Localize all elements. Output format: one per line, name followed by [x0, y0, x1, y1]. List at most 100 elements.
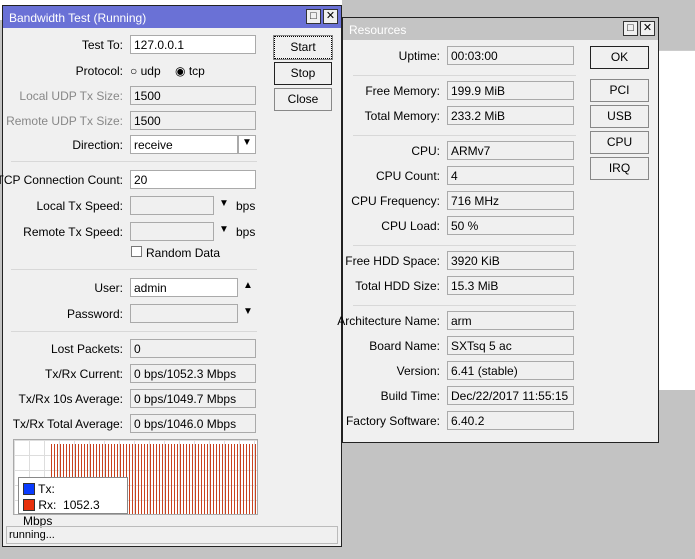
txrx-current-label: Tx/Rx Current:	[44, 367, 123, 381]
cpu-load-label: CPU Load:	[381, 219, 440, 233]
local-tx-speed-input[interactable]	[130, 196, 214, 215]
version-value: 6.41 (stable)	[447, 361, 574, 380]
cpu-frequency-value: 716 MHz	[447, 191, 574, 210]
rx-color-swatch	[23, 499, 35, 511]
architecture-name-value: arm	[447, 311, 574, 330]
tx-color-swatch	[23, 483, 35, 495]
cpu-frequency-label: CPU Frequency:	[351, 194, 440, 208]
build-time-value: Dec/22/2017 11:55:15	[447, 386, 574, 405]
user-input[interactable]: admin	[130, 278, 238, 297]
divider	[353, 245, 576, 246]
password-input[interactable]	[130, 304, 238, 323]
divider	[11, 161, 257, 162]
graph-legend: Tx: Rx: 1052.3 Mbps	[18, 477, 128, 528]
free-memory-value: 199.9 MiB	[447, 81, 574, 100]
lost-packets-value: 0	[130, 339, 256, 358]
divider	[353, 75, 576, 76]
remote-tx-speed-label: Remote Tx Speed:	[23, 225, 123, 239]
cpu-button[interactable]: CPU	[590, 131, 649, 154]
remote-udp-size-input[interactable]: 1500	[130, 111, 256, 130]
protocol-udp-radio[interactable]: ○ udp	[130, 64, 161, 78]
free-memory-label: Free Memory:	[365, 84, 440, 98]
maximize-icon[interactable]: □	[306, 9, 321, 24]
title-bar[interactable]: Resources	[343, 18, 658, 40]
dropdown-arrow-icon[interactable]: ▼	[243, 306, 253, 317]
cpu-value: ARMv7	[447, 141, 574, 160]
remote-tx-speed-input[interactable]	[130, 222, 214, 241]
background-panel	[658, 50, 695, 390]
txrx-total-average-value: 0 bps/1046.0 Mbps	[130, 414, 256, 433]
stop-button[interactable]: Stop	[274, 62, 332, 85]
cpu-label: CPU:	[411, 144, 440, 158]
divider	[353, 305, 576, 306]
tcp-connection-count-input[interactable]: 20	[130, 170, 256, 189]
dropdown-arrow-icon[interactable]: ▼	[219, 224, 229, 235]
board-name-value: SXTsq 5 ac	[447, 336, 574, 355]
uptime-value: 00:03:00	[447, 46, 574, 65]
divider	[11, 269, 257, 270]
total-hdd-size-value: 15.3 MiB	[447, 276, 574, 295]
architecture-name-label: Architecture Name:	[337, 314, 440, 328]
remote-udp-size-label: Remote UDP Tx Size:	[6, 114, 123, 128]
ok-button[interactable]: OK	[590, 46, 649, 69]
resources-window: Resources □ ✕ Uptime: 00:03:00 Free Memory…	[337, 17, 659, 443]
close-icon[interactable]: ✕	[640, 21, 655, 36]
dropdown-arrow-icon[interactable]: ▼	[238, 135, 256, 154]
free-hdd-space-label: Free HDD Space:	[345, 254, 440, 268]
pci-button[interactable]: PCI	[590, 79, 649, 102]
close-icon[interactable]: ✕	[323, 9, 338, 24]
txrx-total-average-label: Tx/Rx Total Average:	[12, 417, 123, 431]
local-udp-size-input[interactable]: 1500	[130, 86, 256, 105]
total-memory-value: 233.2 MiB	[447, 106, 574, 125]
bps-unit: bps	[236, 199, 256, 213]
direction-select[interactable]: receive	[130, 135, 238, 154]
tx-legend-label: Tx:	[38, 482, 55, 496]
cpu-count-value: 4	[447, 166, 574, 185]
bps-unit: bps	[236, 225, 256, 239]
dropdown-arrow-icon[interactable]: ▼	[219, 198, 229, 209]
start-button[interactable]: Start	[273, 35, 333, 60]
protocol-label: Protocol:	[75, 64, 123, 78]
udp-label: udp	[140, 64, 161, 78]
protocol-tcp-radio[interactable]: ◉ tcp	[175, 64, 205, 78]
status-bar: running...	[6, 526, 338, 544]
direction-label: Direction:	[72, 138, 123, 152]
tcp-label: tcp	[188, 64, 205, 78]
bandwidth-test-window: Bandwidth Test (Running) □ ✕ Start Stop …	[0, 5, 342, 547]
free-hdd-space-value: 3920 KiB	[447, 251, 574, 270]
uptime-label: Uptime:	[398, 49, 440, 63]
traffic-graph: Tx: Rx: 1052.3 Mbps	[13, 439, 258, 528]
test-to-input[interactable]: 127.0.0.1	[130, 35, 256, 54]
factory-software-label: Factory Software:	[345, 414, 440, 428]
lost-packets-label: Lost Packets:	[50, 342, 123, 356]
irq-button[interactable]: IRQ	[590, 157, 649, 180]
board-name-label: Board Name:	[369, 339, 440, 353]
password-label: Password:	[66, 307, 123, 321]
cpu-load-value: 50 %	[447, 216, 574, 235]
local-udp-size-label: Local UDP Tx Size:	[19, 89, 123, 103]
rx-legend-value: 1052.3 Mbps	[23, 498, 100, 528]
random-data-checkbox[interactable]	[131, 246, 142, 257]
divider	[11, 331, 257, 332]
txrx-10s-average-label: Tx/Rx 10s Average:	[18, 392, 124, 406]
divider	[353, 135, 576, 136]
txrx-current-value: 0 bps/1052.3 Mbps	[130, 364, 256, 383]
tcp-connection-count-label: TCP Connection Count:	[0, 173, 123, 187]
window-title: Resources	[349, 23, 407, 37]
close-button[interactable]: Close	[274, 88, 332, 111]
usb-button[interactable]: USB	[590, 105, 649, 128]
maximize-icon[interactable]: □	[623, 21, 638, 36]
total-hdd-size-label: Total HDD Size:	[355, 279, 440, 293]
title-bar[interactable]: Bandwidth Test (Running)	[3, 6, 341, 28]
cpu-count-label: CPU Count:	[375, 169, 440, 183]
user-label: User:	[94, 281, 123, 295]
local-tx-speed-label: Local Tx Speed:	[36, 199, 123, 213]
rx-legend-label: Rx:	[38, 498, 57, 512]
collapse-arrow-icon[interactable]: ▲	[243, 280, 253, 291]
build-time-label: Build Time:	[380, 389, 440, 403]
window-title: Bandwidth Test (Running)	[9, 11, 147, 25]
txrx-10s-average-value: 0 bps/1049.7 Mbps	[130, 389, 256, 408]
total-memory-label: Total Memory:	[364, 109, 440, 123]
random-data-label: Random Data	[146, 246, 221, 260]
test-to-label: Test To:	[81, 38, 123, 52]
